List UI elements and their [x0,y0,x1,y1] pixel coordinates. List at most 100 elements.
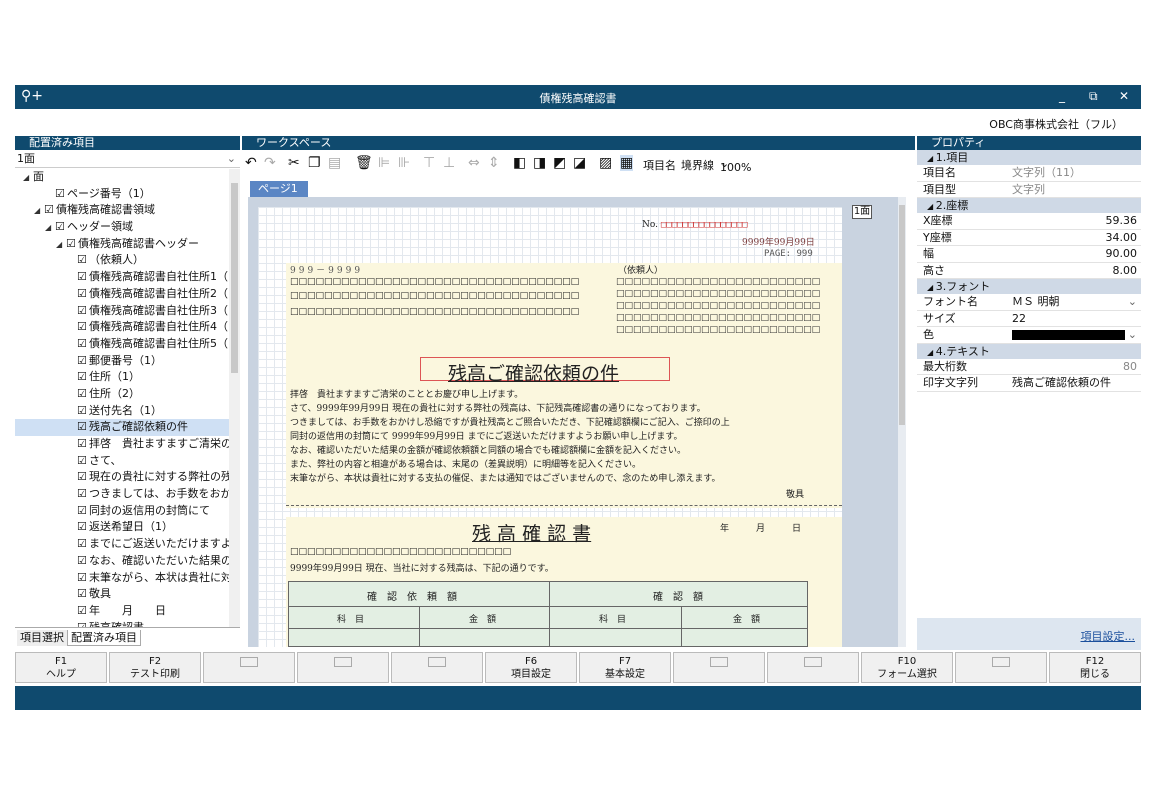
property-value[interactable]: ＭＳ 明朝 [1012,294,1137,311]
property-row[interactable]: サイズ 22 [917,311,1141,327]
checkbox-icon[interactable]: ☑ [77,620,89,627]
tree-item[interactable]: ☑ 残高ご確認依頼の件 [15,419,229,436]
delete-icon[interactable]: 🗑 [355,155,373,171]
property-row[interactable]: 項目型 文字列 [917,182,1141,199]
redo-icon[interactable]: ↷ [264,155,276,171]
checkbox-icon[interactable]: ☑ [77,436,89,453]
chevron-down-icon[interactable]: ⌄ [1128,327,1137,344]
paste-icon[interactable]: ▤ [328,155,341,171]
fkey-blank-button[interactable] [391,652,483,683]
image-icon[interactable]: ▨ [599,155,612,171]
checkbox-icon[interactable]: ☑ [77,453,89,470]
checkbox-icon[interactable]: ☑ [77,336,89,353]
fkey-blank-button[interactable] [767,652,859,683]
tree-item[interactable]: ☑ 同封の返信用の封筒にて [15,503,229,520]
checkbox-icon[interactable]: ☑ [77,486,89,503]
property-row[interactable]: Y座標 34.00 [917,230,1141,247]
tree-item[interactable]: ☑ 拝啓 貴社ますますご清栄の [15,436,229,453]
tree-item[interactable]: ☑ 債権残高確認書自社住所5（ [15,336,229,353]
property-row[interactable]: 項目名 文字列（11） [917,165,1141,182]
expand-icon[interactable]: ◢ [56,237,66,254]
expand-icon[interactable]: ◢ [34,203,44,220]
same-height-icon[interactable]: ⇕ [488,155,500,171]
expand-icon[interactable]: ◢ [45,220,55,237]
tree-item[interactable]: ☑ までにご返送いただけますよ [15,536,229,553]
checkbox-icon[interactable]: ☑ [77,536,89,553]
tree-item[interactable]: ☑ 郵便番号（1） [15,353,229,370]
checkbox-icon[interactable]: ☑ [77,369,89,386]
zoom-select[interactable]: 100% ⌄ [720,157,751,174]
property-section[interactable]: ◢ 3.フォント [917,279,1141,294]
chevron-down-icon[interactable]: ⌄ [1128,294,1137,311]
tree-item[interactable]: ☑ 債権残高確認書自社住所4（ [15,319,229,336]
tree-item[interactable]: ☑ なお、確認いただいた結果の [15,553,229,570]
cut-icon[interactable]: ✂ [288,155,300,171]
checkbox-icon[interactable]: ☑ [77,570,89,587]
checkbox-icon[interactable]: ☑ [77,286,89,303]
page-select[interactable]: 1面 ⌄ [15,151,240,168]
fkey-blank-button[interactable] [203,652,295,683]
property-value[interactable]: 34.00 [1012,230,1138,247]
canvas-scrollbar[interactable] [898,197,906,647]
property-value[interactable] [1012,330,1125,340]
property-row[interactable]: 色 ⌄ [917,327,1141,344]
tree-item[interactable]: ☑ さて、 [15,453,229,470]
tree-item[interactable]: ◢ ☑ 債権残高確認書領域 [15,202,229,219]
align-right-icon[interactable]: ⊪ [398,155,410,171]
fkey-f1-button[interactable]: F1 ヘルプ [15,652,107,683]
property-row[interactable]: 印字文字列 残高ご確認依頼の件 [917,375,1141,392]
property-row[interactable]: フォント名 ＭＳ 明朝 ⌄ [917,294,1141,311]
property-value[interactable]: 80 [1012,359,1137,376]
align-top-icon[interactable]: ⊤ [423,155,435,171]
bring-forward-icon[interactable]: ◩ [553,155,566,171]
fkey-f2-button[interactable]: F2 テスト印刷 [109,652,201,683]
checkbox-icon[interactable]: ☑ [77,303,89,320]
property-value[interactable]: 59.36 [1012,213,1138,230]
fkey-f10-button[interactable]: F10 フォーム選択 [861,652,953,683]
property-section[interactable]: ◢ 2.座標 [917,198,1141,213]
checkbox-icon[interactable]: ☑ [77,319,89,336]
tree-item[interactable]: ☑ 返送希望日（1） [15,519,229,536]
fkey-blank-button[interactable] [955,652,1047,683]
checkbox-icon[interactable]: ☑ [77,586,89,603]
bring-front-icon[interactable]: ◧ [513,155,526,171]
item-name-toggle[interactable]: 項目名 [643,157,676,173]
send-back-icon[interactable]: ◨ [533,155,546,171]
tab-placed-items[interactable]: 配置済み項目 [67,630,141,646]
tree-item[interactable]: ☑ 債権残高確認書自社住所2（ [15,286,229,303]
tree-item[interactable]: ☑ 敬具 [15,586,229,603]
tree-item[interactable]: ☑ 債権残高確認書自社住所1（ [15,269,229,286]
tree-item[interactable]: ◢ ☑ 債権残高確認書ヘッダー [15,236,229,253]
checkbox-icon[interactable]: ☑ [55,219,67,236]
checkbox-icon[interactable]: ☑ [77,503,89,520]
checkbox-icon[interactable]: ☑ [77,519,89,536]
checkbox-icon[interactable]: ☑ [77,469,89,486]
same-width-icon[interactable]: ⇔ [468,155,480,171]
property-value[interactable]: 文字列 [1012,182,1137,199]
checkbox-icon[interactable]: ☑ [77,386,89,403]
property-section[interactable]: ◢ 1.項目 [917,150,1141,165]
fkey-f12-button[interactable]: F12 閉じる [1049,652,1141,683]
tree-item[interactable]: ◢ ☑ ヘッダー領域 [15,219,229,236]
property-section[interactable]: ◢ 4.テキスト [917,343,1141,359]
checkbox-icon[interactable]: ☑ [77,403,89,420]
grid-icon[interactable]: ▦ [620,155,634,171]
align-bottom-icon[interactable]: ⊥ [443,155,455,171]
tree-item[interactable]: ☑ 現在の貴社に対する弊社の残 [15,469,229,486]
tree-item[interactable]: ☑ つきましては、お手数をおか [15,486,229,503]
fkey-f7-button[interactable]: F7 基本設定 [579,652,671,683]
checkbox-icon[interactable]: ☑ [44,202,56,219]
tab-page1[interactable]: ページ1 [250,181,308,197]
fkey-blank-button[interactable] [673,652,765,683]
tree-item[interactable]: ☑ 年 月 日 [15,603,229,620]
tree-item[interactable]: ☑ 送付先名（1） [15,403,229,420]
property-value[interactable]: 90.00 [1012,246,1138,263]
property-value[interactable]: 文字列（11） [1012,165,1137,182]
expand-icon[interactable]: ◢ [23,170,33,187]
restore-icon[interactable]: ⧉ [1089,89,1098,104]
tab-item-select[interactable]: 項目選択 [17,630,67,646]
tree-item[interactable]: ☑ ページ番号（1） [15,186,229,203]
tree-item[interactable]: ◢ 面 [15,169,229,186]
align-left-icon[interactable]: ⊫ [378,155,390,171]
fkey-f6-button[interactable]: F6 項目設定 [485,652,577,683]
